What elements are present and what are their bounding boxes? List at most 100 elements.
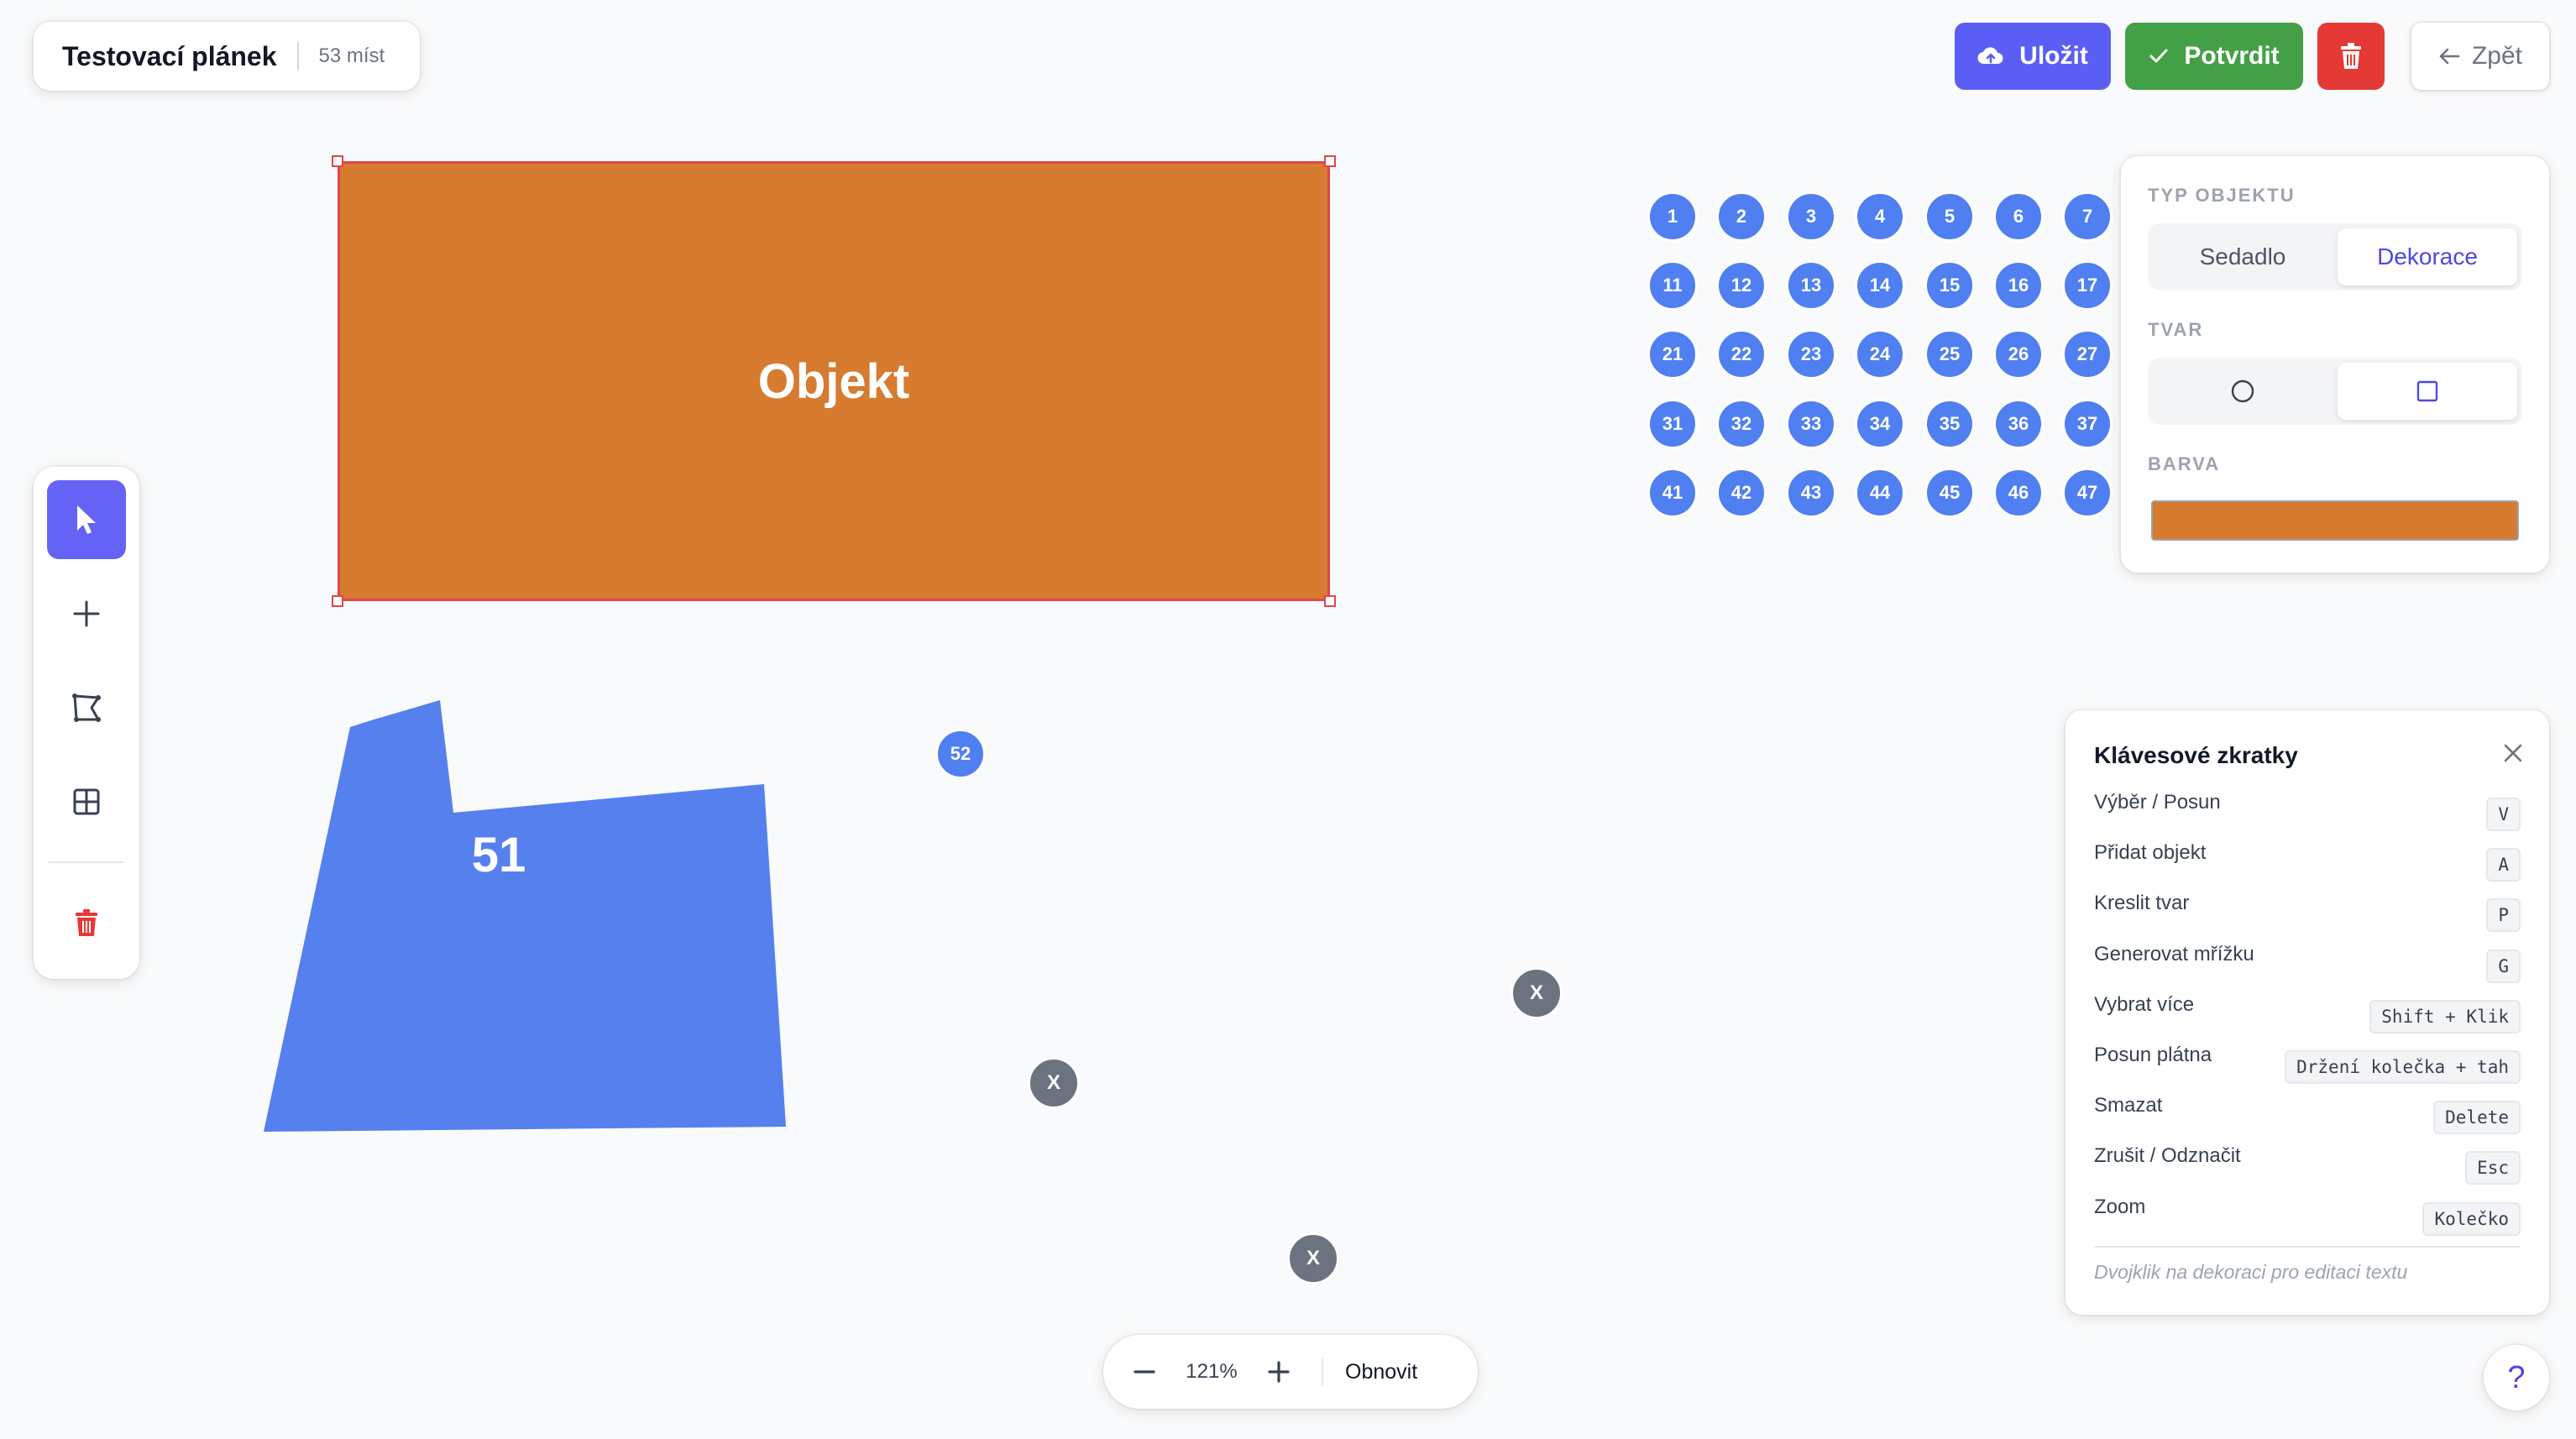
seat[interactable]: 26: [1993, 329, 2044, 379]
shortcut-key: Shift + Klik: [2369, 1000, 2521, 1033]
seat[interactable]: 22: [1716, 329, 1767, 379]
shortcut-label: Generovat mřížku: [2094, 943, 2254, 965]
seat[interactable]: 36: [1993, 399, 2044, 449]
plan-title-pill: Testovací plánek 53 míst: [34, 22, 420, 91]
x-marker[interactable]: X: [1028, 1057, 1080, 1109]
shortcuts-panel: Klávesové zkratky Výběr / Posun V Přidat o…: [2066, 710, 2549, 1315]
seat[interactable]: 43: [1786, 468, 1836, 518]
tool-palette: [34, 467, 139, 979]
shortcut-key: Delete: [2433, 1101, 2521, 1134]
resize-handle-bottom-right[interactable]: [1324, 595, 1336, 607]
shortcut-label: Kreslit tvar: [2094, 892, 2190, 914]
shape-option-square[interactable]: [2338, 363, 2517, 420]
shortcut-row: Vybrat více Shift + Klik: [2094, 990, 2521, 1033]
delete-tool[interactable]: [47, 883, 126, 962]
seat[interactable]: 24: [1855, 329, 1905, 379]
seat[interactable]: 37: [2062, 399, 2113, 449]
shortcut-label: Posun plátna: [2094, 1044, 2212, 1066]
seat[interactable]: 47: [2062, 468, 2113, 518]
seat[interactable]: 16: [1993, 260, 2044, 311]
shortcuts-divider: [2094, 1246, 2521, 1248]
seat[interactable]: 6: [1993, 191, 2044, 242]
shortcut-key: V: [2486, 798, 2521, 831]
seat[interactable]: 46: [1993, 468, 2044, 518]
polygon-label: 51: [472, 828, 526, 882]
type-option-decoration[interactable]: Dekorace: [2338, 228, 2517, 285]
shortcut-key: Kolečko: [2422, 1202, 2521, 1236]
plus-icon: [1268, 1361, 1290, 1383]
shape-heading: TVAR: [2148, 319, 2204, 340]
seat[interactable]: 5: [1924, 191, 1975, 242]
seat[interactable]: 13: [1786, 260, 1836, 311]
select-tool[interactable]: [47, 480, 126, 559]
shortcut-key: G: [2486, 950, 2521, 983]
polygon-object[interactable]: 51: [252, 688, 823, 1142]
x-marker[interactable]: X: [1287, 1232, 1339, 1285]
type-heading: TYP OBJEKTU: [2148, 185, 2296, 206]
grid-icon: [73, 788, 100, 815]
seat[interactable]: 45: [1924, 468, 1975, 518]
save-button[interactable]: Uložit: [1955, 23, 2111, 90]
polygon-icon: [72, 693, 101, 722]
zoom-out-button[interactable]: [1123, 1351, 1165, 1393]
selected-decoration-object[interactable]: Objekt: [338, 161, 1330, 601]
seat[interactable]: 34: [1855, 399, 1905, 449]
seat[interactable]: 23: [1786, 329, 1836, 379]
seat[interactable]: 27: [2062, 329, 2113, 379]
resize-handle-top-right[interactable]: [1324, 155, 1336, 167]
seat[interactable]: 17: [2062, 260, 2113, 311]
object-properties-panel: TYP OBJEKTU Sedadlo Dekorace TVAR BARVA: [2121, 156, 2549, 573]
shortcut-row: Posun plátna Držení kolečka + tah: [2094, 1040, 2521, 1084]
shortcut-key: P: [2486, 898, 2521, 932]
back-label: Zpět: [2471, 42, 2523, 70]
seat[interactable]: 11: [1647, 260, 1698, 311]
back-button[interactable]: Zpět: [2411, 23, 2549, 90]
resize-handle-bottom-left[interactable]: [332, 595, 343, 607]
check-icon: [2149, 49, 2168, 63]
seat[interactable]: 32: [1716, 399, 1767, 449]
seat[interactable]: 42: [1716, 468, 1767, 518]
seat[interactable]: 44: [1855, 468, 1905, 518]
seat[interactable]: 4: [1855, 191, 1905, 242]
seat[interactable]: 52: [935, 729, 986, 779]
add-object-tool[interactable]: [47, 574, 126, 653]
shortcut-row: Smazat Delete: [2094, 1091, 2521, 1134]
seat[interactable]: 31: [1647, 399, 1698, 449]
shortcut-row: Generovat mřížku G: [2094, 939, 2521, 983]
seat[interactable]: 15: [1924, 260, 1975, 311]
zoom-in-button[interactable]: [1258, 1351, 1300, 1393]
grid-tool[interactable]: [47, 762, 126, 841]
seat[interactable]: 41: [1647, 468, 1698, 518]
seat[interactable]: 21: [1647, 329, 1698, 379]
seat[interactable]: 25: [1924, 329, 1975, 379]
resize-handle-top-left[interactable]: [332, 155, 343, 167]
seat[interactable]: 35: [1924, 399, 1975, 449]
seat[interactable]: 33: [1786, 399, 1836, 449]
cloud-upload-icon: [1977, 47, 2003, 65]
close-icon[interactable]: [2502, 742, 2524, 764]
shortcut-label: Výběr / Posun: [2094, 791, 2221, 814]
seat[interactable]: 3: [1786, 191, 1836, 242]
draw-shape-tool[interactable]: [47, 668, 126, 747]
decoration-label: Objekt: [757, 353, 910, 409]
seat[interactable]: 2: [1716, 191, 1767, 242]
seat[interactable]: 14: [1855, 260, 1905, 311]
shape-option-circle[interactable]: [2153, 363, 2333, 420]
toolbar-divider: [49, 861, 124, 863]
shortcut-key: Držení kolečka + tah: [2285, 1050, 2521, 1084]
seat[interactable]: 12: [1716, 260, 1767, 311]
reset-zoom-button[interactable]: Obnovit: [1345, 1360, 1417, 1384]
delete-button[interactable]: [2317, 23, 2385, 90]
color-picker[interactable]: [2151, 500, 2519, 541]
seat[interactable]: 1: [1647, 191, 1698, 242]
shortcut-row: Kreslit tvar P: [2094, 888, 2521, 932]
type-option-seat[interactable]: Sedadlo: [2153, 228, 2333, 285]
color-heading: BARVA: [2148, 453, 2221, 474]
trash-icon: [76, 909, 97, 936]
confirm-button[interactable]: Potvrdit: [2125, 23, 2303, 90]
help-button[interactable]: ?: [2484, 1345, 2549, 1410]
save-label: Uložit: [2019, 42, 2088, 70]
x-marker[interactable]: X: [1511, 967, 1563, 1019]
seat[interactable]: 7: [2062, 191, 2113, 242]
shortcut-label: Zrušit / Odznačit: [2094, 1144, 2241, 1167]
